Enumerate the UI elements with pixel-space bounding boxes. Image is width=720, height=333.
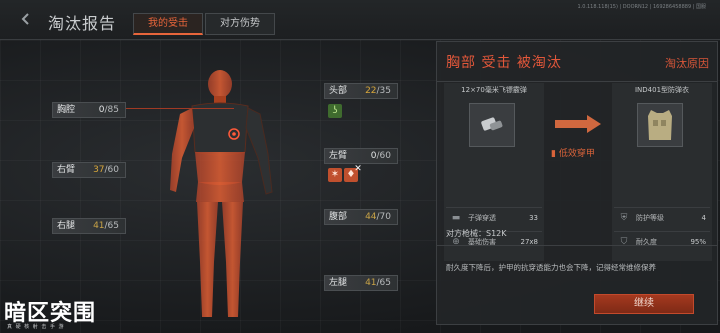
panel-divider bbox=[437, 245, 717, 246]
back-arrow-icon[interactable] bbox=[18, 11, 34, 27]
destroyed-x-icon: ✕ bbox=[354, 164, 362, 174]
armor-name: IND401型防弹衣 bbox=[634, 86, 690, 94]
tab-my-hits[interactable]: 我的受击 bbox=[133, 13, 203, 35]
ammo-image bbox=[469, 103, 515, 147]
part-left-leg: 左腿 41/65 bbox=[324, 275, 398, 291]
continue-button[interactable]: 继续 bbox=[594, 294, 694, 314]
part-right-arm: 右臂 37/60 bbox=[52, 162, 126, 178]
body-figure bbox=[170, 70, 273, 317]
armor-stat-durability: ⛉ 耐久度 95% bbox=[614, 231, 710, 251]
enemy-weapon: 对方枪械：S12K bbox=[446, 229, 507, 238]
part-right-leg: 右腿 41/65 bbox=[52, 218, 126, 234]
fracture-icon: ✶ bbox=[328, 168, 342, 182]
leader-chest bbox=[124, 108, 234, 109]
part-chest: 胸腔 0/85 bbox=[52, 102, 126, 118]
ammo-stat-penetration: ▬ 子弹穿透 33 bbox=[446, 207, 542, 227]
elimination-reason-link[interactable]: 淘汰原因 bbox=[665, 55, 709, 71]
durability-icon: ⛉ bbox=[620, 237, 628, 247]
game-logo: 暗区突围 真 硬 核 射 击 手 游 bbox=[4, 295, 114, 333]
hearing-icon: ʖ bbox=[328, 104, 342, 118]
tab-enemy-injuries[interactable]: 对方伤势 bbox=[205, 13, 275, 35]
armor-stat-class: ⛨ 防护等级 4 bbox=[614, 207, 710, 227]
part-left-arm: 左臂 0/60 bbox=[324, 148, 398, 164]
armor-small-icon: ▮ bbox=[551, 149, 556, 159]
ammo-name: 12×70毫米飞镖霰弹 bbox=[461, 86, 527, 94]
page-title: 淘汰报告 bbox=[48, 14, 117, 33]
armor-card[interactable]: IND401型防弹衣 ⛨ 防护等级 4 ⛉ 耐久度 95% bbox=[612, 83, 712, 261]
system-info: 1.0.118.118(15) | DOORN12 | 169286458889… bbox=[577, 4, 706, 10]
bullet-icon: ▬ bbox=[451, 213, 461, 223]
penetration-verdict: ▮ 低效穿甲 bbox=[551, 149, 595, 159]
armor-image bbox=[637, 103, 683, 147]
part-head: 头部 22/35 bbox=[324, 83, 398, 99]
panel-header: 胸部 受击 被淘汰 淘汰原因 bbox=[437, 42, 717, 82]
part-abdomen: 腹部 44/70 bbox=[324, 209, 398, 225]
eliminate-report-screen: 淘汰报告 我的受击 对方伤势 1.0.118.118(15) | DOORN12… bbox=[0, 0, 720, 333]
armor-icon: ⛨ bbox=[620, 213, 628, 223]
logo-slogan: 真 硬 核 射 击 手 游 bbox=[7, 324, 65, 330]
elimination-cause: 胸部 受击 被淘汰 bbox=[446, 55, 562, 71]
top-bar: 淘汰报告 我的受击 对方伤势 1.0.118.118(15) | DOORN12… bbox=[0, 0, 720, 40]
arrow-right-icon bbox=[555, 115, 601, 133]
durability-tip: 耐久度下降后，护甲的抗穿透能力也会下降，记得经常维修保养 bbox=[446, 263, 656, 272]
elimination-detail-panel: 胸部 受击 被淘汰 淘汰原因 12×70毫米飞镖霰弹 ▬ 子弹穿透 33 ⊕ 基… bbox=[436, 41, 718, 325]
